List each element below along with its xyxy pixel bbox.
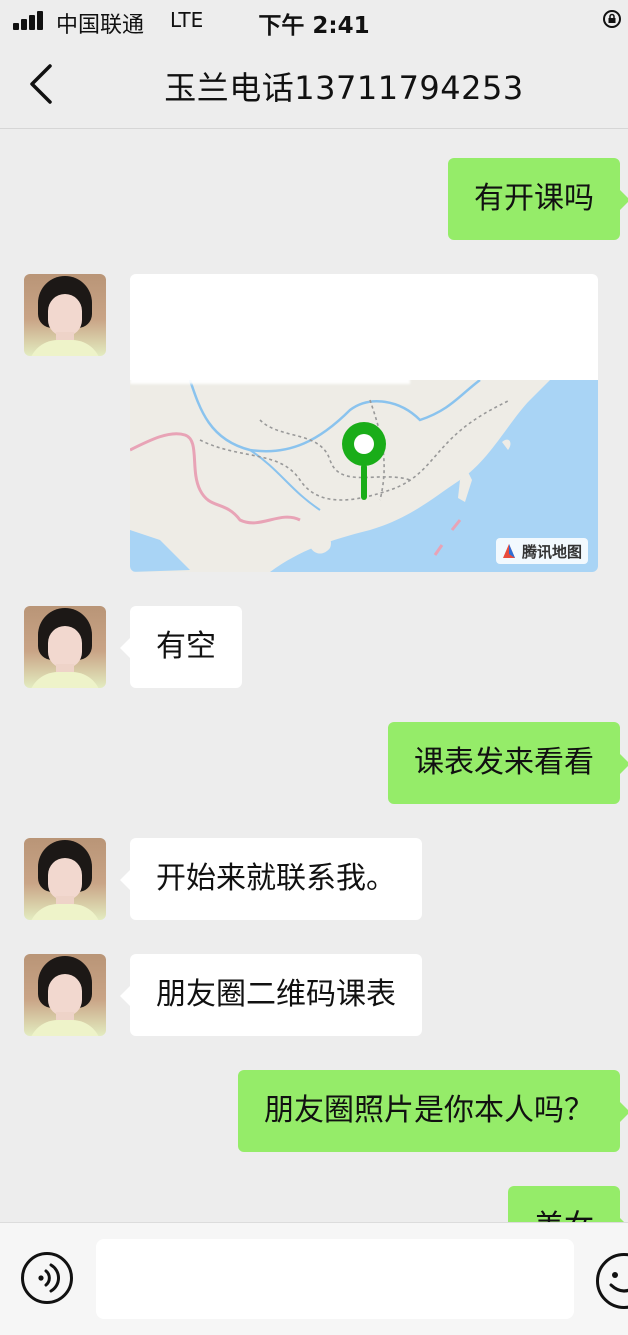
- redacted-area: [130, 274, 290, 334]
- map-brand-label: 腾讯地图: [522, 541, 582, 562]
- contact-avatar[interactable]: [24, 954, 106, 1036]
- voice-input-button[interactable]: [20, 1251, 74, 1305]
- message-bubble-outgoing[interactable]: 课表发来看看: [388, 722, 620, 804]
- status-time: 下午 2:41: [0, 6, 628, 40]
- emoji-button[interactable]: [594, 1251, 628, 1311]
- message-bubble-outgoing[interactable]: 朋友圈照片是你本人吗？: [238, 1070, 620, 1152]
- input-bar: [0, 1222, 628, 1335]
- chat-title: 玉兰电话13711794253: [60, 63, 628, 109]
- message-bubble-incoming[interactable]: 开始来就联系我。: [130, 838, 422, 920]
- message-bubble-outgoing[interactable]: 美女: [508, 1186, 620, 1222]
- message-bubble-incoming[interactable]: 朋友圈二维码课表: [130, 954, 422, 1036]
- redacted-area: [130, 334, 410, 384]
- message-list[interactable]: 有开课吗: [0, 128, 628, 1222]
- status-bar: 中国联通 LTE 下午 2:41: [0, 0, 628, 42]
- contact-avatar[interactable]: [24, 274, 106, 356]
- back-button[interactable]: [20, 62, 64, 106]
- message-bubble-outgoing[interactable]: 有开课吗: [448, 158, 620, 240]
- message-bubble-incoming[interactable]: 有空: [130, 606, 242, 688]
- compass-icon: [500, 542, 518, 560]
- rotation-lock-icon: [602, 9, 622, 29]
- location-card[interactable]: 腾讯地图: [130, 274, 598, 572]
- map-brand-logo: 腾讯地图: [496, 538, 588, 564]
- message-input[interactable]: [96, 1239, 574, 1319]
- contact-avatar[interactable]: [24, 606, 106, 688]
- chat-header: 玉兰电话13711794253: [0, 42, 628, 129]
- contact-avatar[interactable]: [24, 838, 106, 920]
